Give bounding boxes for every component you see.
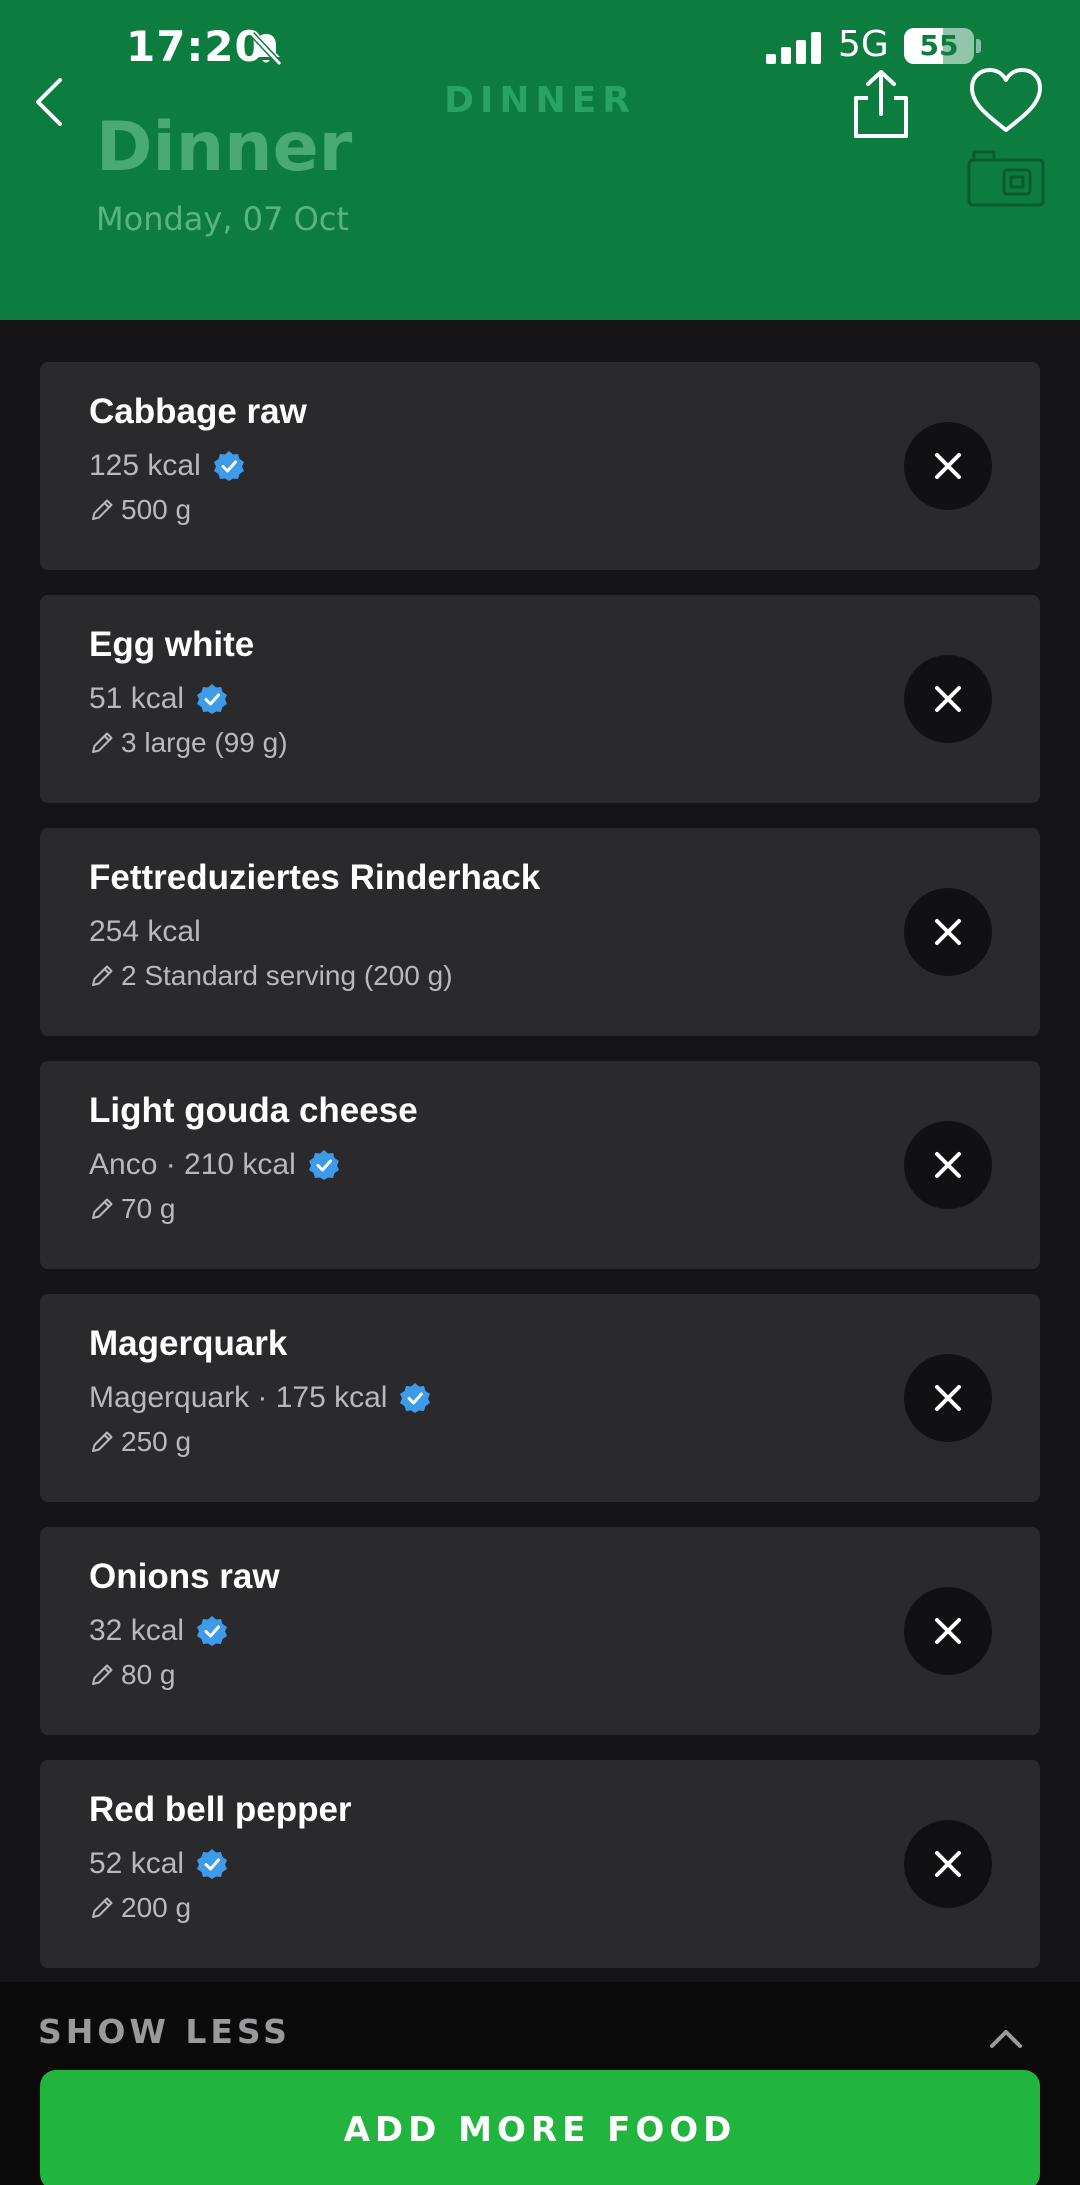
heart-icon[interactable] — [968, 66, 1044, 136]
food-kcal-row: Magerquark · 175 kcal — [89, 1378, 431, 1418]
food-card[interactable]: Magerquark Magerquark · 175 kcal 250 g — [40, 1294, 1040, 1502]
food-portion: 200 g — [121, 1892, 192, 1923]
pencil-icon — [92, 499, 113, 520]
remove-food-button[interactable] — [904, 422, 992, 510]
remove-food-button[interactable] — [904, 655, 992, 743]
page-title: Dinner — [96, 108, 353, 187]
food-kcal-row: 51 kcal — [89, 679, 228, 719]
food-name: Magerquark — [89, 1324, 288, 1363]
pencil-icon — [92, 965, 113, 986]
food-portion: 70 g — [121, 1193, 176, 1224]
verified-icon — [400, 1383, 431, 1413]
status-time: 17:20 — [126, 22, 265, 71]
food-portion-row[interactable]: 250 g — [89, 1422, 191, 1462]
food-portion-row[interactable]: 80 g — [89, 1655, 176, 1695]
pencil-icon — [92, 1431, 113, 1452]
close-icon — [935, 1385, 961, 1411]
remove-food-button[interactable] — [904, 1820, 992, 1908]
food-portion-row[interactable]: 2 Standard serving (200 g) — [89, 956, 453, 996]
bell-muted-icon — [249, 31, 283, 67]
remove-food-button[interactable] — [904, 1121, 992, 1209]
close-icon — [935, 1152, 961, 1178]
food-kcal: 51 kcal — [89, 682, 185, 715]
battery-percent: 55 — [919, 29, 959, 62]
network-label: 5G — [838, 24, 889, 65]
food-portion: 500 g — [121, 494, 192, 525]
verified-icon — [197, 684, 228, 714]
food-name: Fettreduziertes Rinderhack — [89, 858, 541, 897]
food-portion-row[interactable]: 500 g — [89, 490, 191, 530]
food-card[interactable]: Fettreduziertes Rinderhack 254 kcal 2 St… — [40, 828, 1040, 1036]
food-portion: 2 Standard serving (200 g) — [121, 960, 453, 991]
food-portion: 3 large (99 g) — [121, 727, 288, 758]
food-kcal-row: 32 kcal — [89, 1611, 228, 1651]
food-kcal-row: 52 kcal — [89, 1844, 228, 1884]
food-kcal: 52 kcal — [89, 1847, 185, 1880]
food-kcal: 254 kcal — [89, 915, 201, 948]
food-name: Egg white — [89, 625, 255, 664]
food-kcal-row: 125 kcal — [89, 446, 245, 486]
close-icon — [935, 686, 961, 712]
close-icon — [935, 1618, 961, 1644]
food-portion: 80 g — [121, 1659, 176, 1690]
close-icon — [935, 1851, 961, 1877]
food-kcal-row: 254 kcal — [89, 912, 201, 952]
food-portion-row[interactable]: 70 g — [89, 1189, 176, 1229]
food-name: Cabbage raw — [89, 392, 307, 431]
food-name: Light gouda cheese — [89, 1091, 418, 1130]
verified-icon — [197, 1849, 228, 1879]
pencil-icon — [92, 1664, 113, 1685]
food-portion-row[interactable]: 3 large (99 g) — [89, 723, 288, 763]
chevron-up-icon[interactable] — [988, 2028, 1024, 2050]
food-portion: 250 g — [121, 1426, 192, 1457]
add-more-food-label: ADD MORE FOOD — [343, 2110, 737, 2150]
battery-tip — [976, 39, 981, 53]
remove-food-button[interactable] — [904, 1587, 992, 1675]
remove-food-button[interactable] — [904, 1354, 992, 1442]
bottom-bar: SHOW LESS ADD MORE FOOD — [0, 1982, 1080, 2185]
verified-icon — [213, 451, 244, 481]
food-kcal: Anco · 210 kcal — [89, 1148, 296, 1181]
battery-indicator: 55 — [904, 28, 974, 64]
food-card[interactable]: Cabbage raw 125 kcal 500 g — [40, 362, 1040, 570]
food-kcal: Magerquark · 175 kcal — [89, 1381, 388, 1414]
pencil-icon — [92, 1198, 113, 1219]
pencil-icon — [92, 732, 113, 753]
close-icon — [935, 453, 961, 479]
food-list: Cabbage raw 125 kcal 500 g Egg white 51 … — [40, 362, 1040, 1993]
food-card[interactable]: Light gouda cheese Anco · 210 kcal 70 g — [40, 1061, 1040, 1269]
add-more-food-button[interactable]: ADD MORE FOOD — [40, 2070, 1040, 2185]
header: 17:20 5G 55 DINNER Dinner Monday, 07 Oct — [0, 0, 1080, 320]
signal-icon — [766, 32, 821, 64]
food-card[interactable]: Onions raw 32 kcal 80 g — [40, 1527, 1040, 1735]
verified-icon — [197, 1616, 228, 1646]
food-kcal: 32 kcal — [89, 1614, 185, 1647]
food-name: Red bell pepper — [89, 1790, 352, 1829]
remove-food-button[interactable] — [904, 888, 992, 976]
food-kcal-row: Anco · 210 kcal — [89, 1145, 340, 1185]
verified-icon — [308, 1150, 339, 1180]
food-name: Onions raw — [89, 1557, 280, 1596]
food-card[interactable]: Red bell pepper 52 kcal 200 g — [40, 1760, 1040, 1968]
camera-icon[interactable] — [966, 146, 1046, 208]
food-portion-row[interactable]: 200 g — [89, 1888, 191, 1928]
food-card[interactable]: Egg white 51 kcal 3 large (99 g) — [40, 595, 1040, 803]
page-date: Monday, 07 Oct — [96, 200, 349, 238]
pencil-icon — [92, 1897, 113, 1918]
show-less-button[interactable]: SHOW LESS — [38, 2012, 291, 2051]
share-icon[interactable] — [848, 68, 914, 140]
food-kcal: 125 kcal — [89, 449, 201, 482]
close-icon — [935, 919, 961, 945]
